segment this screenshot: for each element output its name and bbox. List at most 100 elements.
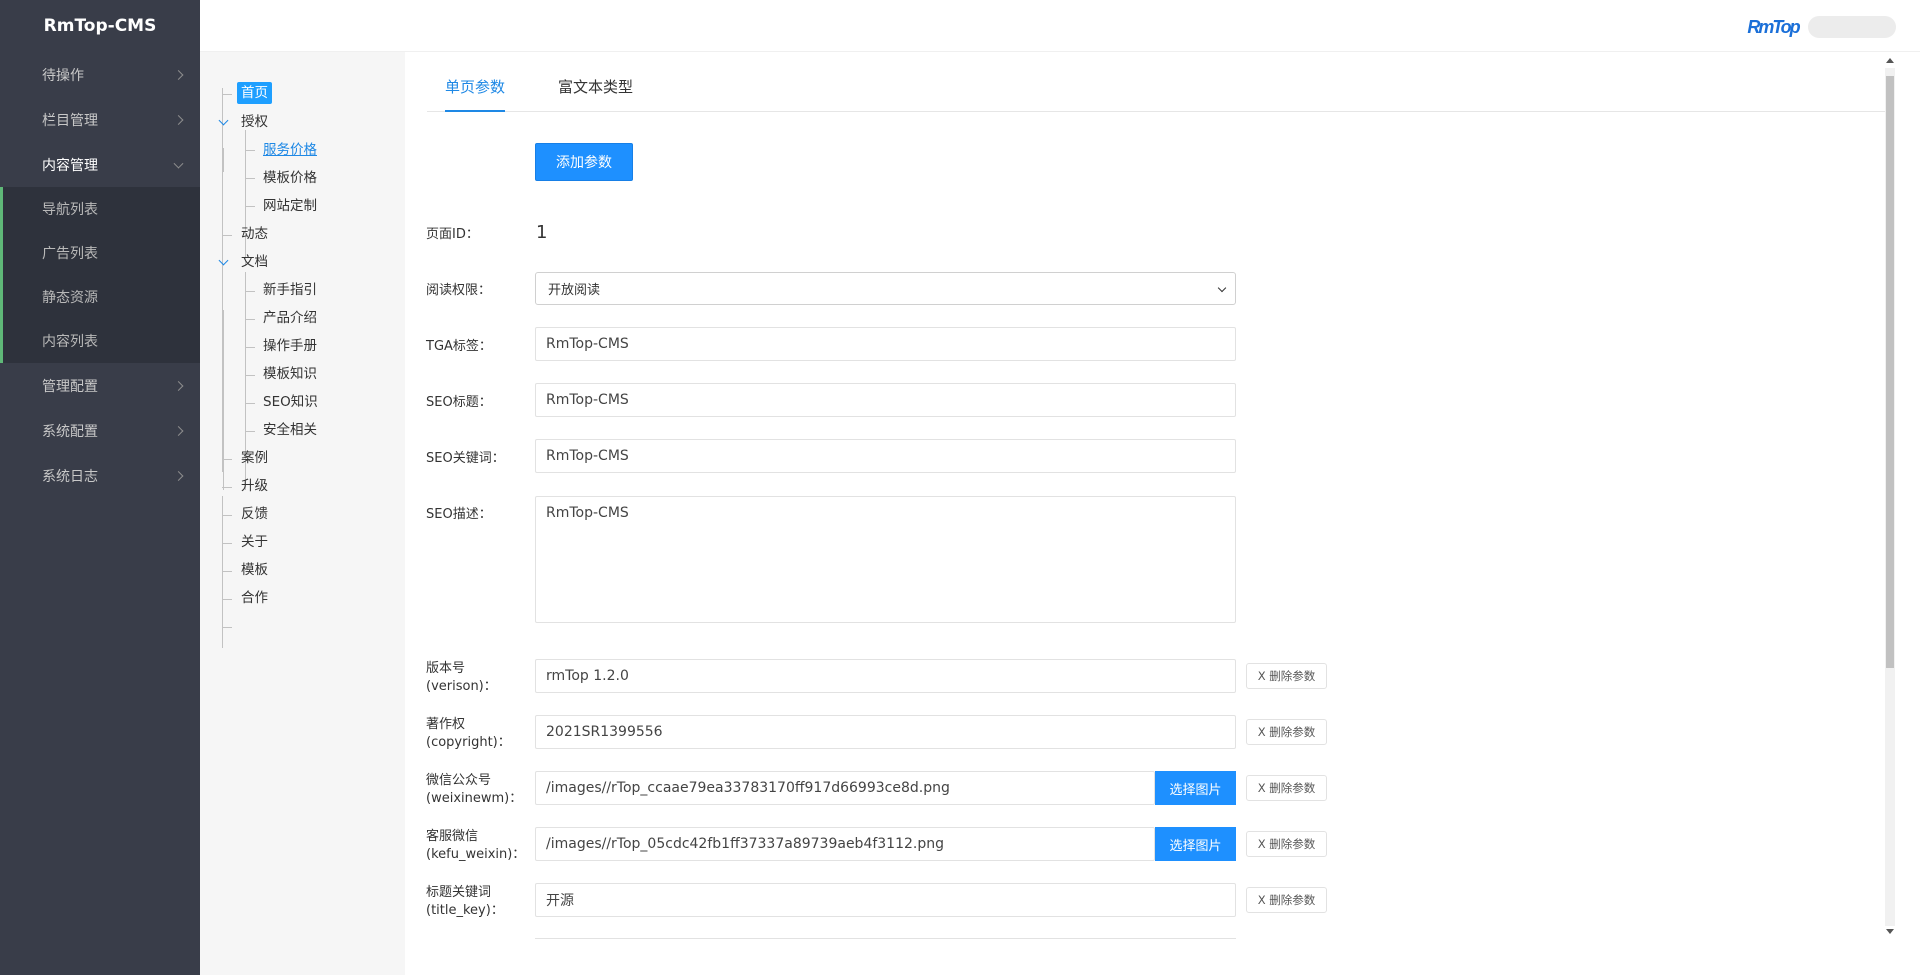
tree-node-authorization[interactable]: 授权	[241, 111, 268, 133]
sidebar-item-system-config[interactable]: 系统配置	[0, 408, 200, 453]
scrollbar-thumb[interactable]	[1886, 76, 1894, 668]
param-label-weixinewm: 微信公众号 (weixinewm)：	[426, 772, 522, 808]
tree-node-beginner-guide[interactable]: 新手指引	[263, 279, 317, 301]
tree-expand-icon[interactable]	[218, 115, 229, 126]
param-label-name: 客服微信	[426, 829, 479, 844]
param-label-name: 标题关键词	[426, 885, 492, 900]
tree-node-template[interactable]: 模板	[241, 559, 268, 581]
tree-node-feedback[interactable]: 反馈	[241, 503, 268, 525]
delete-param-button[interactable]: X 删除参数	[1246, 719, 1327, 745]
tab-page-params[interactable]: 单页参数	[445, 72, 506, 112]
tab-rich-text[interactable]: 富文本类型	[558, 72, 633, 112]
chevron-right-icon	[173, 425, 184, 436]
read-permission-label: 阅读权限：	[426, 283, 492, 298]
tga-input[interactable]	[535, 327, 1236, 361]
tga-label: TGA标签：	[426, 339, 492, 354]
tree-guide-line	[245, 291, 255, 292]
param-label-copyright: 著作权 (copyright)：	[426, 716, 511, 752]
sidebar: RmTop-CMS 待操作 栏目管理 内容管理 导航列表 广告列表 静态资源 内…	[0, 0, 200, 975]
tree-node-template-price[interactable]: 模板价格	[263, 167, 317, 189]
param-label-key: (title_key)：	[426, 903, 504, 918]
param-label-key: (kefu_weixin)：	[426, 847, 526, 862]
tree-guide-line	[245, 206, 255, 207]
param-input-kefu-weixin[interactable]	[535, 827, 1155, 861]
tree-node-template-knowledge[interactable]: 模板知识	[263, 363, 317, 385]
sidebar-item-column-manage[interactable]: 栏目管理	[0, 97, 200, 142]
tree-guide-line	[245, 347, 255, 348]
add-param-button[interactable]: 添加参数	[535, 143, 633, 181]
read-permission-select[interactable]: 开放阅读	[535, 272, 1236, 305]
tree-node-docs[interactable]: 文档	[241, 251, 268, 273]
seo-title-label: SEO标题：	[426, 395, 492, 410]
page-id-value: 1	[536, 222, 548, 243]
sidebar-subitem-nav-list[interactable]: 导航列表	[3, 187, 200, 231]
tree-node-news[interactable]: 动态	[241, 223, 268, 245]
param-input-weixinewm[interactable]	[535, 771, 1155, 805]
sidebar-item-content-manage[interactable]: 内容管理	[0, 142, 200, 187]
scroll-down-icon[interactable]	[1886, 929, 1894, 934]
chevron-down-icon	[173, 158, 184, 169]
seo-keywords-input[interactable]	[535, 439, 1236, 473]
tree-node-manual[interactable]: 操作手册	[263, 335, 317, 357]
tree-guide-line	[222, 599, 232, 600]
chevron-right-icon	[173, 380, 184, 391]
pick-image-button[interactable]: 选择图片	[1155, 771, 1236, 805]
seo-desc-textarea[interactable]: RmTop-CMS	[535, 496, 1236, 623]
sidebar-subitem-static-resources[interactable]: 静态资源	[3, 275, 200, 319]
tree-node-site-custom[interactable]: 网站定制	[263, 195, 317, 217]
sidebar-item-label: 待操作	[42, 67, 84, 84]
category-tree: 首页 授权 服务价格 模板价格 网站定制 动态 文档 新手指引 产品介绍 操作手…	[200, 52, 405, 975]
tree-node-security[interactable]: 安全相关	[263, 419, 317, 441]
tree-node-product-intro[interactable]: 产品介绍	[263, 307, 317, 329]
tab-bar: 单页参数 富文本类型	[427, 72, 1885, 112]
tree-node-service-price[interactable]: 服务价格	[263, 139, 317, 161]
tree-node-cooperation[interactable]: 合作	[241, 587, 268, 609]
divider	[535, 938, 1236, 939]
chevron-right-icon	[173, 69, 184, 80]
sidebar-item-label: 内容管理	[42, 157, 98, 174]
tree-node-home[interactable]: 首页	[237, 82, 272, 104]
param-label-key: (weixinewm)：	[426, 791, 523, 806]
sidebar-item-pending[interactable]: 待操作	[0, 52, 200, 97]
brand-logo[interactable]: RmTop	[1747, 10, 1800, 44]
pick-image-button[interactable]: 选择图片	[1155, 827, 1236, 861]
tree-node-seo-knowledge[interactable]: SEO知识	[263, 391, 318, 413]
param-label-key: (verison)：	[426, 679, 497, 694]
vertical-scrollbar[interactable]	[1883, 52, 1897, 936]
sidebar-subitem-content-list[interactable]: 内容列表	[3, 319, 200, 363]
tree-expand-icon[interactable]	[218, 255, 229, 266]
tree-node-upgrade[interactable]: 升级	[241, 475, 268, 497]
seo-desc-label: SEO描述：	[426, 507, 492, 522]
param-input-copyright[interactable]	[535, 715, 1236, 749]
param-label-kefu-weixin: 客服微信 (kefu_weixin)：	[426, 828, 525, 864]
tree-guide-line	[222, 627, 232, 628]
delete-param-button[interactable]: X 删除参数	[1246, 831, 1327, 857]
user-menu[interactable]	[1808, 16, 1896, 38]
tree-guide-line	[223, 310, 224, 490]
sidebar-item-system-log[interactable]: 系统日志	[0, 453, 200, 498]
sidebar-item-admin-config[interactable]: 管理配置	[0, 363, 200, 408]
tree-guide-line	[223, 148, 224, 172]
delete-param-button[interactable]: X 删除参数	[1246, 663, 1327, 689]
tree-guide-line	[222, 235, 232, 236]
delete-param-button[interactable]: X 删除参数	[1246, 775, 1327, 801]
param-input-title-key[interactable]	[535, 883, 1236, 917]
delete-param-button[interactable]: X 删除参数	[1246, 887, 1327, 913]
sidebar-item-label: 系统日志	[42, 468, 98, 485]
sidebar-submenu: 导航列表 广告列表 静态资源 内容列表	[0, 187, 200, 363]
sidebar-subitem-ad-list[interactable]: 广告列表	[3, 231, 200, 275]
param-input-version[interactable]	[535, 659, 1236, 693]
chevron-right-icon	[173, 114, 184, 125]
chevron-right-icon	[173, 470, 184, 481]
param-label-name: 著作权	[426, 717, 466, 732]
tree-guide-line	[222, 515, 232, 516]
top-header: RmTop	[200, 0, 1920, 52]
app-logo: RmTop-CMS	[43, 16, 157, 36]
page-id-label: 页面ID：	[426, 227, 479, 242]
tree-node-cases[interactable]: 案例	[241, 447, 268, 469]
seo-title-input[interactable]	[535, 383, 1236, 417]
tree-node-about[interactable]: 关于	[241, 531, 268, 553]
tree-guide-line	[222, 94, 232, 95]
tree-guide-line	[245, 375, 255, 376]
scroll-up-icon[interactable]	[1886, 58, 1894, 63]
